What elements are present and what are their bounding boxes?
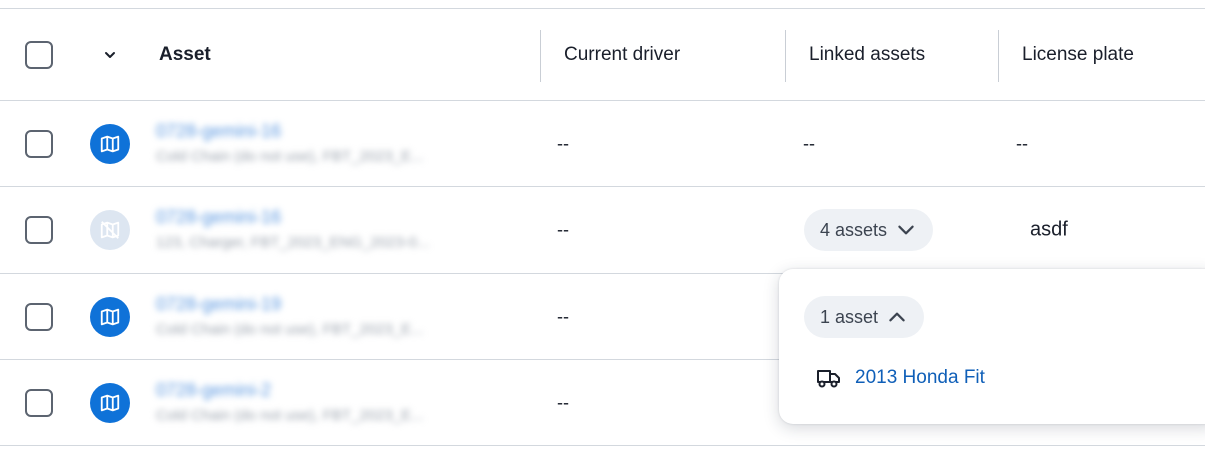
row-checkbox[interactable]	[25, 302, 53, 331]
column-header-asset[interactable]: Asset	[159, 44, 211, 66]
linked-assets-dropdown[interactable]: 4 assets	[804, 209, 934, 251]
column-header-current-driver[interactable]: Current driver	[564, 44, 680, 66]
current-driver-value: --	[557, 133, 569, 153]
chevron-up-icon	[889, 312, 905, 322]
table-header: Asset Current driver Linked assets Licen…	[0, 8, 1205, 101]
column-divider	[998, 30, 999, 82]
license-plate-value: asdf	[1030, 218, 1068, 241]
asset-name-link[interactable]: 0728-gemini-19	[156, 294, 281, 315]
asset-tags: 123, Charger, FBT_2023_ENG_2023-0...	[156, 234, 430, 251]
current-driver-value: --	[557, 392, 569, 412]
linked-asset-link[interactable]: 2013 Honda Fit	[855, 367, 985, 389]
table-row[interactable]: 0728-gemini-16 Cold Chain (do not use), …	[0, 101, 1205, 187]
column-header-linked-assets[interactable]: Linked assets	[809, 44, 925, 66]
asset-name-link[interactable]: 0728-gemini-16	[156, 207, 281, 228]
asset-name-link[interactable]: 0728-gemini-16	[156, 121, 281, 142]
asset-tags: Cold Chain (do not use), FBT_2023_E...	[156, 321, 424, 338]
popover-pill-label: 1 asset	[820, 306, 879, 327]
map-icon	[90, 296, 130, 337]
map-icon	[90, 123, 130, 164]
row-checkbox[interactable]	[25, 129, 53, 158]
current-driver-value: --	[557, 306, 569, 326]
chevron-down-icon	[898, 225, 914, 235]
linked-assets-value: --	[803, 133, 815, 153]
linked-assets-pill-label: 4 assets	[820, 219, 888, 240]
license-plate-value: --	[1016, 133, 1028, 153]
linked-assets-popover: 1 asset 2013 Honda Fit	[779, 269, 1205, 424]
table-row[interactable]: 0728-gemini-16 123, Charger, FBT_2023_EN…	[0, 187, 1205, 274]
chevron-down-icon[interactable]	[100, 45, 120, 65]
map-off-icon	[90, 210, 130, 250]
current-driver-value: --	[557, 219, 569, 240]
asset-name-link[interactable]: 0728-gemini-2	[156, 380, 271, 401]
row-checkbox[interactable]	[25, 216, 53, 244]
asset-tags: Cold Chain (do not use), FBT_2023_E...	[156, 148, 424, 165]
asset-tags: Cold Chain (do not use), FBT_2023_E...	[156, 407, 424, 424]
linked-asset-item[interactable]: 2013 Honda Fit	[815, 367, 985, 389]
row-checkbox[interactable]	[25, 388, 53, 417]
column-divider	[785, 30, 786, 82]
linked-assets-collapse-button[interactable]: 1 asset	[804, 296, 925, 338]
truck-icon	[817, 370, 840, 388]
column-header-license-plate[interactable]: License plate	[1022, 44, 1134, 66]
select-all-checkbox[interactable]	[25, 40, 53, 69]
column-divider	[540, 30, 541, 82]
map-icon	[90, 382, 130, 423]
